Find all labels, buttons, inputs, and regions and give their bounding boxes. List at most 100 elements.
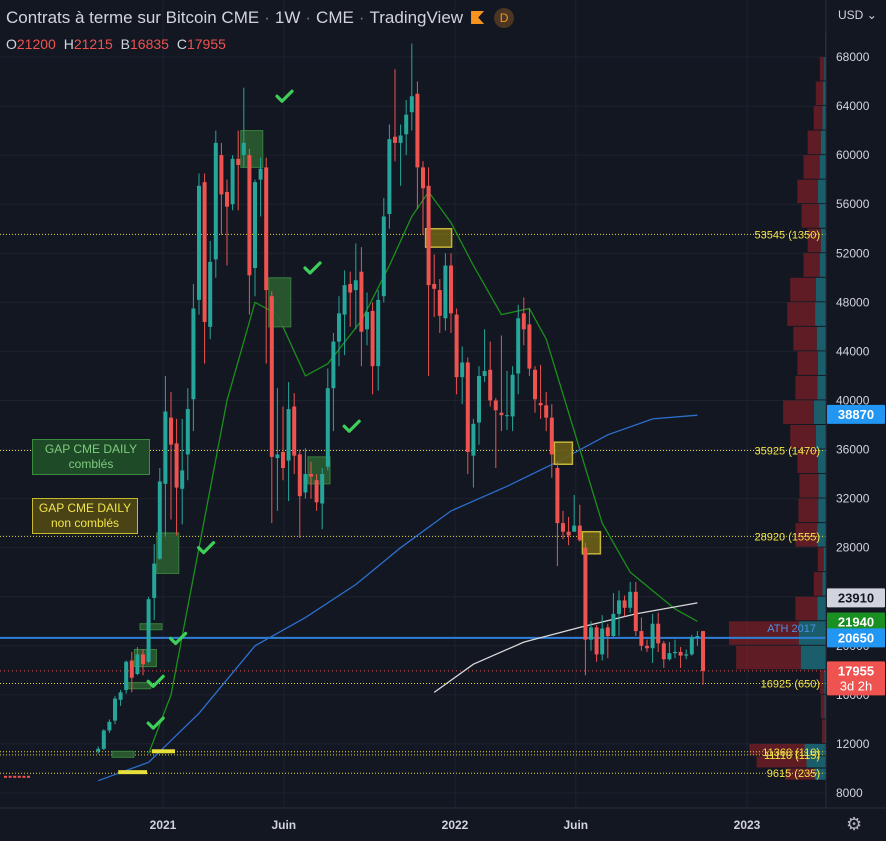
candle-body <box>370 310 375 367</box>
candle-body <box>320 474 325 504</box>
price-axis-tick: 60000 <box>836 148 870 162</box>
price-axis-tick: 56000 <box>836 197 870 211</box>
gap-open-underline <box>118 770 147 775</box>
candle-body <box>398 135 403 143</box>
volume-profile-bar-buy <box>817 375 826 400</box>
candle-body <box>342 285 347 315</box>
volume-profile-bar-buy <box>817 179 826 204</box>
volume-profile-bar-buy <box>818 474 826 498</box>
separator-dot: · <box>358 8 365 27</box>
candle-body <box>22 775 26 778</box>
candle-body <box>421 167 425 189</box>
open-label: O <box>6 36 17 52</box>
close-label: C <box>176 36 187 52</box>
candle-body <box>678 651 683 656</box>
candle-body <box>549 417 554 455</box>
interval-label[interactable]: 1W <box>275 8 301 27</box>
volume-profile-bar-sell <box>813 106 823 130</box>
price-tag-countdown: 3d 2h <box>840 678 873 693</box>
candle-body <box>521 313 526 330</box>
volume-profile-bar-buy <box>820 228 826 253</box>
price-chart[interactable]: 53545 (1350) 35925 (1470) 28920 (1555) 1692… <box>0 0 886 841</box>
low-value: 16835 <box>130 36 169 52</box>
candle-body <box>180 470 185 489</box>
candle-body <box>124 661 129 690</box>
candle-body <box>208 261 213 327</box>
gear-icon[interactable]: ⚙ <box>846 814 862 835</box>
volume-profile-bar-sell <box>803 155 820 179</box>
legend-gap-filled: GAP CME DAILY comblés <box>32 439 150 475</box>
candle-body <box>185 409 190 455</box>
symbol-title[interactable]: Contrats à terme sur Bitcoin CME <box>6 8 259 27</box>
check-icon <box>342 419 361 433</box>
candle-body <box>482 371 487 376</box>
price-axis-tick: 48000 <box>836 295 870 309</box>
candle-body <box>225 191 229 207</box>
volume-profile-bar-sell <box>819 670 825 694</box>
volume-profile-bar-sell <box>783 400 814 424</box>
candle-body <box>348 283 353 293</box>
candle-body <box>331 341 336 389</box>
price-axis-tick: 36000 <box>836 443 870 457</box>
candle-body <box>488 369 493 401</box>
candle-body <box>516 318 521 374</box>
level-label: 16925 (650) <box>761 679 820 691</box>
candle-body <box>152 563 157 598</box>
ath-label: ATH 2017 <box>767 623 816 635</box>
candle-body <box>135 654 140 675</box>
candle-body <box>202 182 207 322</box>
volume-profile-bar-sell <box>787 302 816 326</box>
candle-body <box>118 692 123 700</box>
gap-open-box <box>553 441 574 466</box>
candle-body <box>510 374 515 417</box>
chevron-down-icon: ⌄ <box>866 8 877 22</box>
level-label: 28920 (1555) <box>755 531 820 543</box>
candle-body <box>17 775 21 778</box>
separator-dot: · <box>305 8 312 27</box>
candle-body <box>611 613 616 636</box>
volume-profile-bar-sell <box>820 694 825 719</box>
volume-profile-bar-sell <box>798 498 819 523</box>
candle-body <box>661 643 666 660</box>
time-axis-tick: 2023 <box>734 818 761 832</box>
price-tag-label: 38870 <box>838 407 874 422</box>
volume-profile-bar-buy <box>819 155 826 179</box>
volume-profile-bar-sell <box>790 277 816 302</box>
volume-profile-bar-buy <box>813 400 826 424</box>
high-label: H <box>63 36 74 52</box>
candle-body <box>639 631 644 646</box>
legend-gap-open: GAP CME DAILY non comblés <box>32 498 138 534</box>
candle-body <box>538 402 543 406</box>
moving-average-line-1 <box>147 190 698 754</box>
candle-body <box>600 628 605 655</box>
candle-body <box>426 185 431 286</box>
candle-body <box>292 406 297 456</box>
candle-body <box>544 405 549 418</box>
candle-body <box>633 591 638 632</box>
volume-profile-bar-sell <box>793 326 817 351</box>
chart-area[interactable]: 53545 (1350) 35925 (1470) 28920 (1555) 1692… <box>0 0 886 841</box>
candle-body <box>174 443 179 488</box>
volume-profile-bar-buy <box>817 351 826 375</box>
candle-body <box>650 623 655 649</box>
volume-profile-bar-sell <box>817 547 824 572</box>
volume-profile-bar-buy <box>800 645 826 670</box>
gap-filled-box <box>139 623 163 631</box>
price-axis-tick: 8000 <box>836 786 863 800</box>
candle-body <box>169 417 173 445</box>
flag-icon[interactable] <box>471 11 485 24</box>
candle-body <box>404 114 409 135</box>
delayed-data-badge[interactable]: D <box>494 8 515 28</box>
exchange-label: CME <box>316 8 354 27</box>
candle-body <box>376 299 381 367</box>
price-axis-tick: 64000 <box>836 99 870 113</box>
high-value: 21215 <box>73 36 113 52</box>
candle-body <box>141 654 145 665</box>
candle-body <box>577 525 582 541</box>
currency-selector[interactable]: USD ⌄ <box>838 8 877 22</box>
chart-header: Contrats à terme sur Bitcoin CME · 1W · CME ·… <box>6 8 515 28</box>
candle-body <box>589 627 593 640</box>
candle-body <box>409 96 414 113</box>
candle-body <box>269 296 274 457</box>
candle-body <box>443 265 448 319</box>
